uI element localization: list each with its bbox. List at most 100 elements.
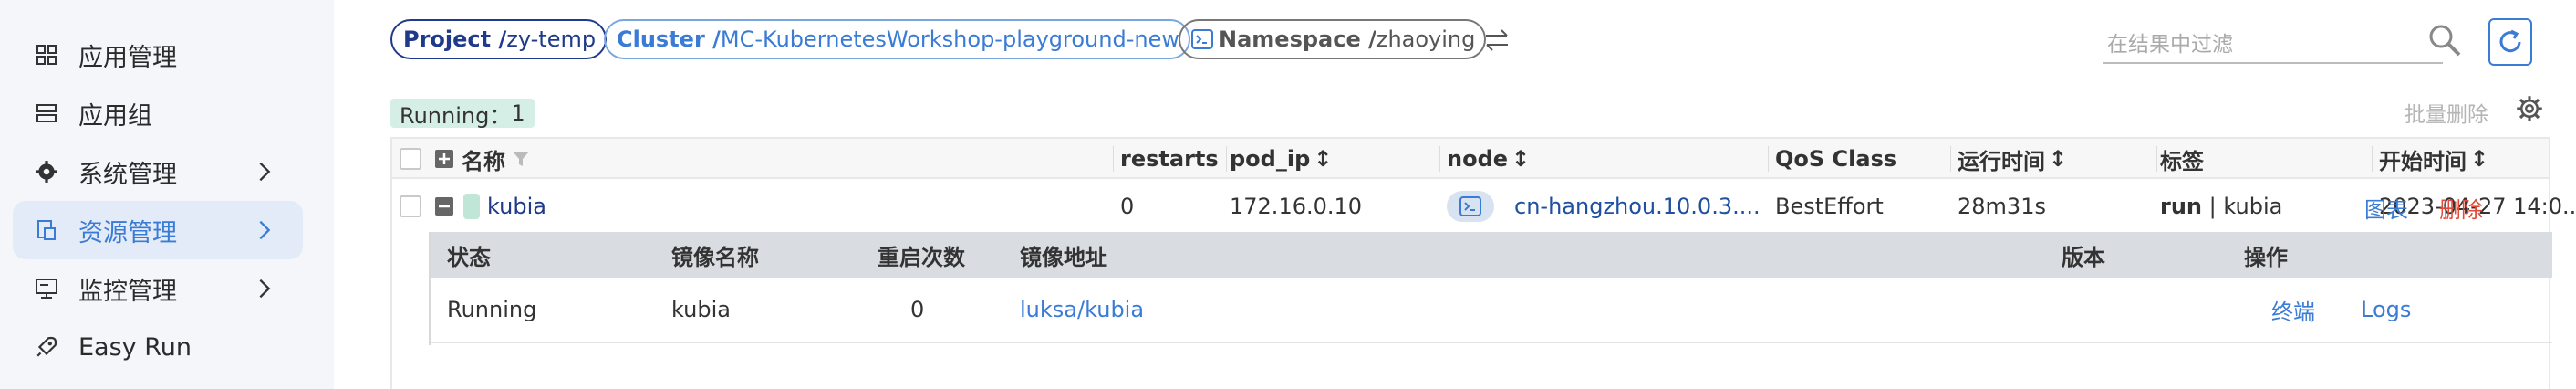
subtable-header: 状态 镜像名称 重启次数 镜像地址 版本 操作 — [431, 232, 2552, 278]
table-header: 名称 restarts pod_ip ↕ node ↕ QoS Class 运行… — [392, 139, 2549, 179]
pod-restarts: 0 — [1120, 194, 1135, 219]
expand-all-icon[interactable] — [434, 149, 454, 169]
container-image-link[interactable]: luksa/kubia — [1020, 278, 1144, 342]
pods-table: 名称 restarts pod_ip ↕ node ↕ QoS Class 运行… — [390, 137, 2576, 389]
project-key: Project / — [403, 26, 507, 52]
project-value: zy-temp — [506, 26, 597, 52]
sort-icon: ↕ — [1511, 146, 1531, 172]
column-separator — [2156, 146, 2157, 172]
main-content: Project / zy-temp Cluster / MC-Kubernete… — [334, 0, 2576, 389]
qos-class: BestEffort — [1775, 194, 1884, 219]
pod-name-link[interactable]: kubia — [487, 194, 546, 219]
sidebar-item-monitoring[interactable]: 监控管理 — [13, 259, 303, 318]
sidebar-item-label: 系统管理 — [78, 160, 177, 189]
status-badge: Running： 1 — [390, 99, 535, 129]
project-selector[interactable]: Project / zy-temp — [390, 19, 608, 59]
namespace-selector[interactable]: Namespace / zhaoying — [1179, 19, 1487, 59]
column-separator — [1439, 146, 1440, 172]
stack-icon — [33, 100, 60, 127]
sidebar-item-label: 应用组 — [78, 101, 152, 131]
sidebar-item-label: 应用管理 — [78, 43, 177, 72]
column-separator — [1113, 146, 1114, 172]
swap-icon[interactable] — [1483, 27, 1511, 53]
namespace-value: zhaoying — [1376, 26, 1476, 52]
select-all-checkbox[interactable] — [400, 148, 421, 170]
subcolumn-restart-count: 重启次数 — [878, 244, 965, 270]
chevron-right-icon — [259, 162, 271, 182]
column-header-pod-ip[interactable]: pod_ip ↕ — [1230, 139, 1332, 179]
settings-gear-icon[interactable] — [2516, 95, 2543, 122]
refresh-button[interactable] — [2488, 18, 2532, 66]
refresh-icon — [2499, 29, 2521, 53]
column-separator — [1768, 146, 1769, 172]
namespace-key: Namespace / — [1219, 26, 1376, 52]
filter-icon[interactable] — [511, 149, 531, 169]
column-header-labels[interactable]: 标签 — [2160, 139, 2204, 179]
column-header-name[interactable]: 名称 — [462, 143, 505, 175]
chart-button[interactable]: 图表 — [2364, 192, 2408, 224]
delete-button[interactable]: 删除 — [2439, 192, 2483, 224]
row-checkbox[interactable] — [400, 195, 421, 217]
column-header-start-time[interactable]: 开始时间 ↕ — [2379, 139, 2488, 179]
column-header-label: pod_ip — [1230, 146, 1311, 172]
chevron-right-icon — [259, 279, 271, 299]
column-header-uptime[interactable]: 运行时间 ↕ — [1958, 139, 2067, 179]
sidebar-item-app-group[interactable]: 应用组 — [13, 84, 303, 142]
sidebar-item-label: 资源管理 — [78, 218, 177, 247]
container-image-name: kubia — [671, 297, 731, 322]
table-row: kubia 0 172.16.0.10 cn-hangzhou.10.0.3..… — [392, 179, 2576, 234]
column-separator — [1226, 146, 1227, 172]
node-name-link[interactable]: cn-hangzhou.10.0.3.... — [1514, 194, 1761, 219]
container-restarts: 0 — [910, 297, 925, 322]
sidebar-item-label: Easy Run — [78, 332, 192, 362]
label-key: run — [2160, 194, 2203, 219]
pod-status-indicator — [463, 194, 480, 219]
rocket-icon — [33, 333, 60, 361]
cluster-key: Cluster / — [617, 26, 721, 52]
sort-icon: ↕ — [2049, 146, 2068, 172]
sidebar-item-system-management[interactable]: 系统管理 — [13, 142, 303, 201]
sidebar-item-resource-management[interactable]: 资源管理 — [13, 201, 303, 259]
resource-icon — [33, 216, 60, 244]
subcolumn-image: 镜像地址 — [1020, 244, 1107, 270]
bulk-delete-button[interactable]: 批量删除 — [2405, 97, 2488, 128]
sidebar: 应用管理 应用组 系统管理 资源管理 监控管理 Easy Run — [0, 0, 334, 389]
sidebar-item-easy-run[interactable]: Easy Run — [13, 318, 303, 376]
collapse-row-icon[interactable] — [434, 196, 454, 216]
sidebar-item-label: 监控管理 — [78, 277, 177, 306]
uptime: 28m31s — [1958, 194, 2046, 219]
cluster-value: MC-KubernetesWorkshop-playground-new — [720, 26, 1179, 52]
terminal-button[interactable]: 终端 — [2271, 278, 2315, 342]
column-header-restarts[interactable]: restarts — [1120, 139, 1219, 179]
column-separator — [1950, 146, 1951, 172]
container-subtable: 状态 镜像名称 重启次数 镜像地址 版本 操作 Running kubia 0 … — [429, 232, 2552, 345]
subcolumn-version: 版本 — [2062, 244, 2105, 270]
sort-icon: ↕ — [2470, 146, 2489, 172]
pod-ip: 172.16.0.10 — [1230, 194, 1363, 219]
subcolumn-actions: 操作 — [2244, 244, 2288, 270]
gear-icon — [33, 158, 60, 185]
search-icon[interactable] — [2426, 22, 2463, 58]
node-terminal-button[interactable] — [1447, 191, 1494, 222]
subcolumn-status: 状态 — [447, 244, 491, 270]
terminal-icon — [1191, 29, 1213, 49]
column-header-node[interactable]: node ↕ — [1447, 139, 1530, 179]
column-header-qos[interactable]: QoS Class — [1775, 139, 1896, 179]
column-separator — [2372, 146, 2373, 172]
status-badge-label: Running： — [400, 102, 512, 129]
subcolumn-image-name: 镜像名称 — [671, 244, 759, 270]
column-header-label: 运行时间 — [1958, 148, 2045, 174]
sort-icon: ↕ — [1314, 146, 1333, 172]
terminal-icon — [1459, 196, 1481, 216]
filter-input[interactable]: 在结果中过滤 — [2103, 22, 2443, 64]
sidebar-item-app-management[interactable]: 应用管理 — [13, 26, 303, 84]
monitor-icon — [33, 275, 60, 302]
container-status: Running — [447, 297, 537, 322]
subtable-divider — [431, 342, 2552, 343]
filter-placeholder: 在结果中过滤 — [2107, 33, 2233, 57]
grid-icon — [33, 41, 60, 68]
cluster-selector[interactable]: Cluster / MC-KubernetesWorkshop-playgrou… — [604, 19, 1190, 59]
column-header-label: 开始时间 — [2379, 148, 2467, 174]
logs-button[interactable]: Logs — [2361, 278, 2411, 342]
labels-cell: run | kubia — [2160, 179, 2282, 234]
